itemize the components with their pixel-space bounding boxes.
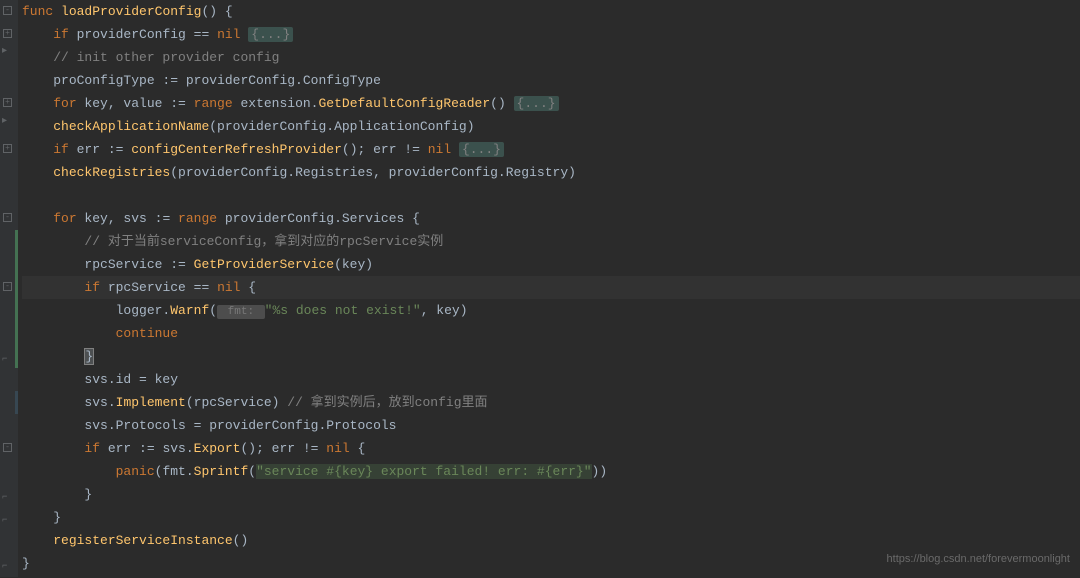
code-line: continue <box>22 322 1080 345</box>
code-line: if err := configCenterRefreshProvider();… <box>22 138 1080 161</box>
code-line: rpcService := GetProviderService(key) <box>22 253 1080 276</box>
fold-marker[interactable]: - <box>3 443 12 452</box>
fold-end-icon[interactable]: ⌐ <box>2 509 14 521</box>
code-editor: - + ▸ + ▸ + - - ⌐ - ⌐ ⌐ ⌐ func loadProvi… <box>0 0 1080 577</box>
fold-marker[interactable]: + <box>3 29 12 38</box>
code-line: } <box>22 506 1080 529</box>
code-line: // 对于当前serviceConfig，拿到对应的rpcService实例 <box>22 230 1080 253</box>
code-line: svs.Protocols = providerConfig.Protocols <box>22 414 1080 437</box>
code-line: if providerConfig == nil {...} <box>22 23 1080 46</box>
code-line: svs.id = key <box>22 368 1080 391</box>
bookmark-icon[interactable]: ▸ <box>2 110 14 122</box>
code-line: panic(fmt.Sprintf("service #{key} export… <box>22 460 1080 483</box>
fold-end-icon[interactable]: ⌐ <box>2 555 14 567</box>
code-area[interactable]: func loadProviderConfig() { if providerC… <box>18 0 1080 577</box>
code-line: checkApplicationName(providerConfig.Appl… <box>22 115 1080 138</box>
folded-region[interactable]: {...} <box>248 27 293 42</box>
bookmark-icon[interactable]: ▸ <box>2 40 14 52</box>
code-line: checkRegistries(providerConfig.Registrie… <box>22 161 1080 184</box>
fold-marker[interactable]: + <box>3 144 12 153</box>
folded-region[interactable]: {...} <box>459 142 504 157</box>
fold-end-icon[interactable]: ⌐ <box>2 348 14 360</box>
folded-region[interactable]: {...} <box>514 96 559 111</box>
code-line: proConfigType := providerConfig.ConfigTy… <box>22 69 1080 92</box>
code-line: // init other provider config <box>22 46 1080 69</box>
code-line: } <box>22 345 1080 368</box>
code-line: } <box>22 483 1080 506</box>
fold-end-icon[interactable]: ⌐ <box>2 486 14 498</box>
fold-marker[interactable]: - <box>3 282 12 291</box>
code-line: for key, svs := range providerConfig.Ser… <box>22 207 1080 230</box>
fold-marker[interactable]: + <box>3 98 12 107</box>
code-line: for key, value := range extension.GetDef… <box>22 92 1080 115</box>
code-line: logger.Warnf( fmt: "%s does not exist!",… <box>22 299 1080 322</box>
watermark: https://blog.csdn.net/forevermoonlight <box>887 548 1070 571</box>
fold-marker[interactable]: - <box>3 213 12 222</box>
fold-marker[interactable]: - <box>3 6 12 15</box>
param-hint: fmt: <box>217 305 265 319</box>
code-line <box>22 184 1080 207</box>
code-line: func loadProviderConfig() { <box>22 0 1080 23</box>
code-line: if err := svs.Export(); err != nil { <box>22 437 1080 460</box>
code-line-current: if rpcService == nil { <box>22 276 1080 299</box>
code-line: svs.Implement(rpcService) // 拿到实例后，放到con… <box>22 391 1080 414</box>
